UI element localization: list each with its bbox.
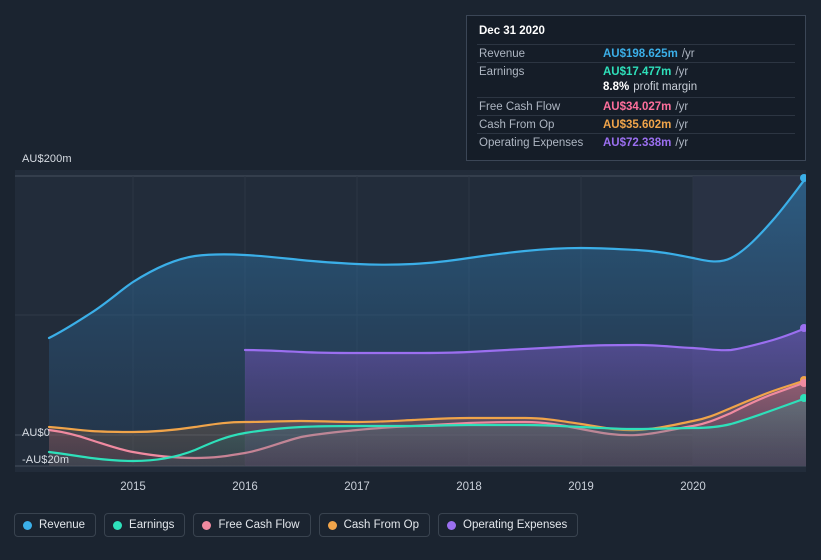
- x-axis-label-2018: 2018: [456, 481, 482, 493]
- y-axis-label-zero: AU$0: [22, 427, 50, 439]
- x-axis-label-2017: 2017: [344, 481, 370, 493]
- x-axis-label-2016: 2016: [232, 481, 258, 493]
- legend-dot-earnings: [113, 520, 123, 530]
- legend-item-operating-expenses[interactable]: Operating Expenses: [438, 513, 579, 537]
- legend-item-cash-from-op[interactable]: Cash From Op: [318, 513, 431, 537]
- legend-label-free-cash-flow: Free Cash Flow: [218, 519, 300, 531]
- legend-dot-revenue: [23, 520, 32, 530]
- tooltip-label-free-cash-flow: Free Cash Flow: [479, 101, 561, 113]
- tooltip-unit-free-cash-flow: /yr: [675, 101, 689, 113]
- tooltip-row-operating-expenses: Operating Expenses AU$72.338m /yr: [477, 133, 795, 151]
- x-axis-label-2019: 2019: [568, 481, 594, 493]
- tooltip-date: Dec 31 2020: [479, 25, 545, 37]
- legend-label-earnings: Earnings: [129, 519, 175, 531]
- tooltip-row-free-cash-flow: Free Cash Flow AU$34.027m /yr: [477, 97, 795, 115]
- tooltip-value-revenue: AU$198.625m: [603, 48, 678, 60]
- tooltip-row-revenue: Revenue AU$198.625m /yr: [477, 44, 795, 62]
- legend-label-operating-expenses: Operating Expenses: [463, 519, 568, 531]
- tooltip-row-cash-from-op: Cash From Op AU$35.602m /yr: [477, 115, 795, 133]
- y-axis-label-negative: -AU$20m: [22, 454, 70, 466]
- tooltip-unit-cash-from-op: /yr: [675, 119, 689, 131]
- tooltip-value-cash-from-op: AU$35.602m: [603, 119, 672, 131]
- y-axis-label-top: AU$200m: [22, 153, 72, 165]
- tooltip-label-revenue: Revenue: [479, 48, 526, 60]
- tooltip-label-cash-from-op: Cash From Op: [479, 119, 555, 131]
- legend-dot-cash-from-op: [327, 520, 337, 530]
- x-axis-label-2020: 2020: [680, 481, 706, 493]
- chart-screenshot: AU$200m AU$0 -AU$20m 2015 2016 2017 2018…: [0, 0, 821, 560]
- legend-item-free-cash-flow[interactable]: Free Cash Flow: [193, 513, 311, 537]
- legend-dot-operating-expenses: [447, 520, 457, 530]
- tooltip-row-earnings: Earnings AU$17.477m /yr: [477, 62, 795, 80]
- tooltip-unit-operating-expenses: /yr: [675, 137, 689, 149]
- tooltip-row-profit-margin: 8.8% profit margin: [477, 80, 795, 97]
- legend-item-revenue[interactable]: Revenue: [14, 513, 97, 537]
- legend-dot-free-cash-flow: [202, 520, 212, 530]
- tooltip-unit-earnings: /yr: [675, 66, 689, 78]
- tooltip-value-free-cash-flow: AU$34.027m: [603, 101, 672, 113]
- chart-tooltip: Dec 31 2020 Revenue AU$198.625m /yr Earn…: [466, 15, 806, 161]
- tooltip-value-earnings: AU$17.477m: [603, 66, 672, 78]
- tooltip-unit-revenue: /yr: [681, 48, 695, 60]
- tooltip-value-profit-margin: 8.8%: [603, 81, 630, 93]
- chart-plot-area: [15, 170, 806, 472]
- tooltip-profit-margin-label: profit margin: [633, 81, 698, 93]
- chart-svg: [15, 170, 806, 472]
- legend-item-earnings[interactable]: Earnings: [104, 513, 186, 537]
- tooltip-label-operating-expenses: Operating Expenses: [479, 137, 584, 149]
- tooltip-value-operating-expenses: AU$72.338m: [603, 137, 672, 149]
- x-axis-label-2015: 2015: [120, 481, 146, 493]
- tooltip-label-earnings: Earnings: [479, 66, 525, 78]
- legend-label-cash-from-op: Cash From Op: [343, 519, 420, 531]
- legend-label-revenue: Revenue: [39, 519, 86, 531]
- chart-legend: Revenue Earnings Free Cash Flow Cash Fro…: [14, 513, 579, 537]
